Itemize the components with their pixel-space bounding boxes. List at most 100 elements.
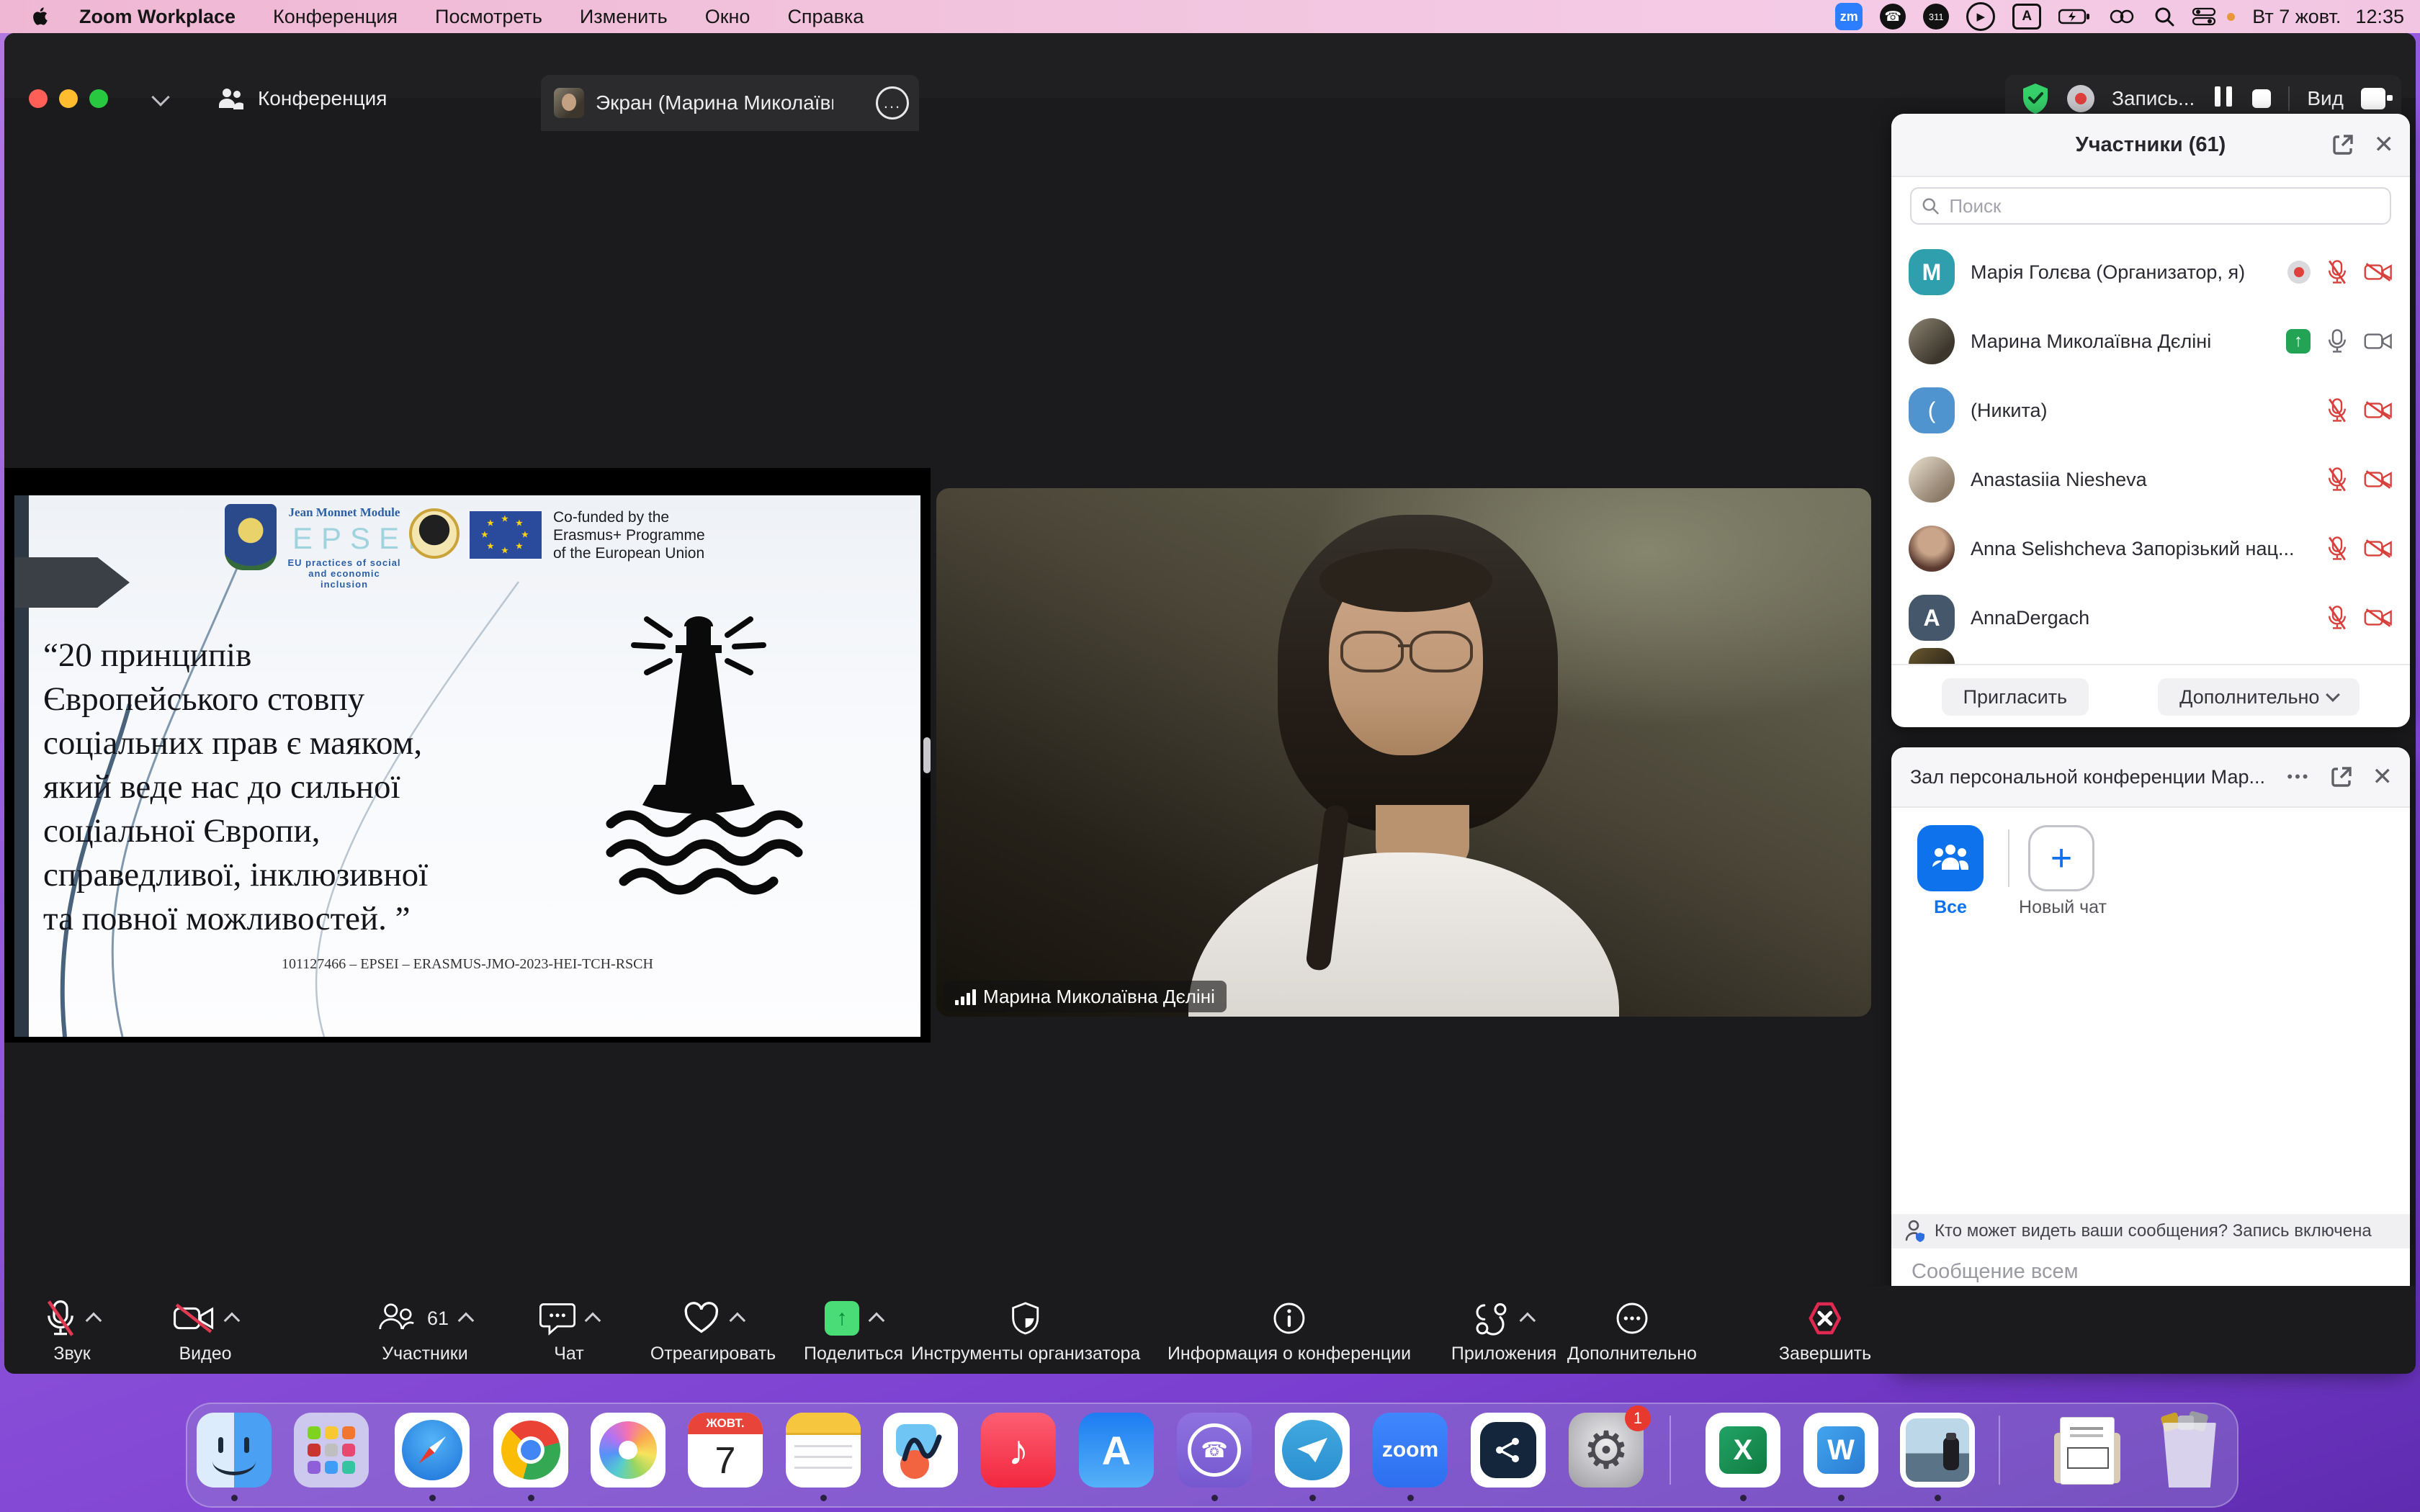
audio-level-icon — [955, 988, 976, 1005]
epsei-label: EPSEI — [292, 521, 402, 556]
menu-item-help[interactable]: Справка — [787, 6, 864, 28]
view-layout-icon[interactable] — [2361, 88, 2385, 109]
audio-options-chevron[interactable] — [86, 1313, 102, 1329]
react-options-chevron[interactable] — [730, 1313, 746, 1329]
running-dot — [1309, 1495, 1316, 1501]
chat-panel: Зал персональной конференции Мар... ••• … — [1891, 747, 2410, 1372]
dock-zoom[interactable]: zoom — [1373, 1413, 1448, 1488]
dock-word[interactable]: W — [1803, 1413, 1878, 1488]
menu-item-window[interactable]: Окно — [705, 6, 750, 28]
toolbar-meeting-info[interactable]: Информация о конференции — [1168, 1296, 1411, 1364]
close-window-button[interactable] — [29, 89, 48, 108]
dock-chrome[interactable] — [493, 1413, 568, 1488]
participants-options-chevron[interactable] — [458, 1313, 475, 1329]
menubar-play-icon[interactable]: ▶ — [1966, 2, 1995, 31]
end-meeting-icon — [1808, 1301, 1842, 1336]
pause-recording-button[interactable] — [2212, 86, 2235, 112]
menubar-input-source-icon[interactable]: A — [2012, 4, 2041, 30]
zoom-window-button[interactable] — [89, 89, 108, 108]
menubar-phone-icon[interactable]: ☎ — [1880, 4, 1906, 30]
dock-app-store[interactable]: A — [1079, 1413, 1154, 1488]
toolbar-share[interactable]: ↑ Поделиться — [804, 1296, 903, 1364]
dock-music[interactable]: ♪ — [981, 1413, 1056, 1488]
toolbar-react[interactable]: Отреагировать — [650, 1296, 776, 1364]
dock-documents[interactable] — [2051, 1413, 2126, 1488]
invite-button[interactable]: Пригласить — [1942, 678, 2089, 716]
participant-row[interactable]: Марина Миколаївна Дєліні ↑ — [1891, 307, 2410, 376]
popout-icon[interactable] — [2331, 132, 2355, 157]
popout-icon[interactable] — [2329, 765, 2354, 789]
view-label[interactable]: Вид — [2307, 87, 2344, 110]
menubar-311-icon[interactable]: 311 — [1923, 4, 1949, 30]
menubar-time[interactable]: 12:35 — [2355, 6, 2404, 28]
tab-screen-share[interactable]: Экран (Марина Миколаївна... ... — [541, 75, 919, 131]
apps-options-chevron[interactable] — [1520, 1313, 1536, 1329]
search-input[interactable] — [1948, 194, 2380, 218]
slide-quote: “20 принципів Європейського стовпу соціа… — [43, 634, 428, 941]
running-dot — [820, 1495, 827, 1501]
dock-photos[interactable] — [591, 1413, 666, 1488]
menu-item-conference[interactable]: Конференция — [273, 6, 398, 28]
battery-icon[interactable] — [2058, 8, 2090, 25]
close-panel-icon[interactable]: ✕ — [2374, 132, 2395, 157]
running-dot — [1838, 1495, 1845, 1501]
mic-muted-icon — [2326, 536, 2348, 562]
participant-row[interactable]: Anna Selishcheva Запорізький нац... — [1891, 514, 2410, 583]
dock-excel[interactable]: X — [1706, 1413, 1780, 1488]
scrollbar-thumb[interactable] — [923, 737, 931, 773]
toolbar-end-meeting[interactable]: Завершить — [1779, 1296, 1871, 1364]
toolbar-more[interactable]: Дополнительно — [1567, 1296, 1697, 1364]
menu-item-edit[interactable]: Изменить — [580, 6, 668, 28]
close-panel-icon[interactable]: ✕ — [2372, 765, 2393, 789]
dock-settings[interactable]: ⚙ 1 — [1569, 1413, 1644, 1488]
dock-trash[interactable] — [2152, 1413, 2227, 1488]
calendar-day: 7 — [688, 1434, 763, 1488]
divider — [2008, 829, 2009, 887]
menu-app-name[interactable]: Zoom Workplace — [79, 6, 236, 28]
new-chat-button[interactable]: + — [2028, 825, 2094, 891]
chat-all-button[interactable] — [1917, 825, 1984, 891]
participant-row[interactable]: M Марія Голєва (Организатор, я) — [1891, 238, 2410, 307]
dock-finder[interactable] — [197, 1413, 272, 1488]
toolbar-apps[interactable]: Приложения — [1451, 1296, 1556, 1364]
dock-calendar[interactable]: ЖОВТ. 7 — [688, 1413, 763, 1488]
dock-telegram[interactable] — [1275, 1413, 1350, 1488]
video-options-chevron[interactable] — [224, 1313, 241, 1329]
dock-preview-window[interactable] — [1900, 1413, 1975, 1488]
dock-freeform[interactable] — [883, 1413, 958, 1488]
video-off-icon — [173, 1302, 215, 1334]
participants-search[interactable] — [1910, 187, 2391, 225]
toggles-icon[interactable] — [2192, 7, 2220, 26]
minimize-window-button[interactable] — [59, 89, 78, 108]
dock-notes[interactable] — [786, 1413, 861, 1488]
dock-launchpad[interactable] — [294, 1413, 369, 1488]
tab-more-icon[interactable]: ... — [876, 86, 909, 120]
avatar: ( — [1909, 387, 1955, 433]
toolbar-video[interactable]: Видео — [173, 1296, 238, 1364]
participant-row[interactable]: ( (Никита) — [1891, 376, 2410, 445]
menubar-zoom-app-icon[interactable]: zm — [1835, 3, 1863, 30]
dock-safari[interactable] — [395, 1413, 470, 1488]
share-options-chevron[interactable] — [869, 1313, 885, 1329]
toolbar-host-tools[interactable]: Инструменты организатора — [911, 1296, 1141, 1364]
menu-item-view[interactable]: Посмотреть — [435, 6, 542, 28]
search-icon[interactable] — [2154, 6, 2175, 27]
dock-viber[interactable]: ☎ — [1177, 1413, 1252, 1488]
apple-menu-icon[interactable] — [32, 6, 50, 27]
stop-recording-button[interactable] — [2252, 89, 2271, 108]
chat-menu-dots-icon[interactable]: ••• — [2287, 768, 2310, 786]
control-center-icon[interactable] — [2107, 7, 2136, 26]
dock-share-app[interactable] — [1471, 1413, 1546, 1488]
tab-meeting[interactable]: Конференция — [218, 75, 387, 122]
security-shield-icon[interactable] — [2021, 83, 2050, 114]
chat-options-chevron[interactable] — [585, 1313, 601, 1329]
participant-row[interactable]: A AnnaDergach — [1891, 583, 2410, 652]
toolbar-participants[interactable]: 61 Участники — [378, 1296, 472, 1364]
participant-row[interactable]: Anastasiia Niesheva — [1891, 445, 2410, 514]
message-input[interactable]: Сообщение всем — [1912, 1260, 2079, 1284]
toolbar-audio[interactable]: Звук — [45, 1296, 99, 1364]
more-button[interactable]: Дополнительно — [2158, 678, 2360, 716]
menubar-date[interactable]: Вт 7 жовт. — [2252, 6, 2341, 28]
speaker-video-tile[interactable]: Марина Миколаївна Дєліні — [936, 488, 1871, 1017]
toolbar-chat[interactable]: Чат — [539, 1296, 599, 1364]
